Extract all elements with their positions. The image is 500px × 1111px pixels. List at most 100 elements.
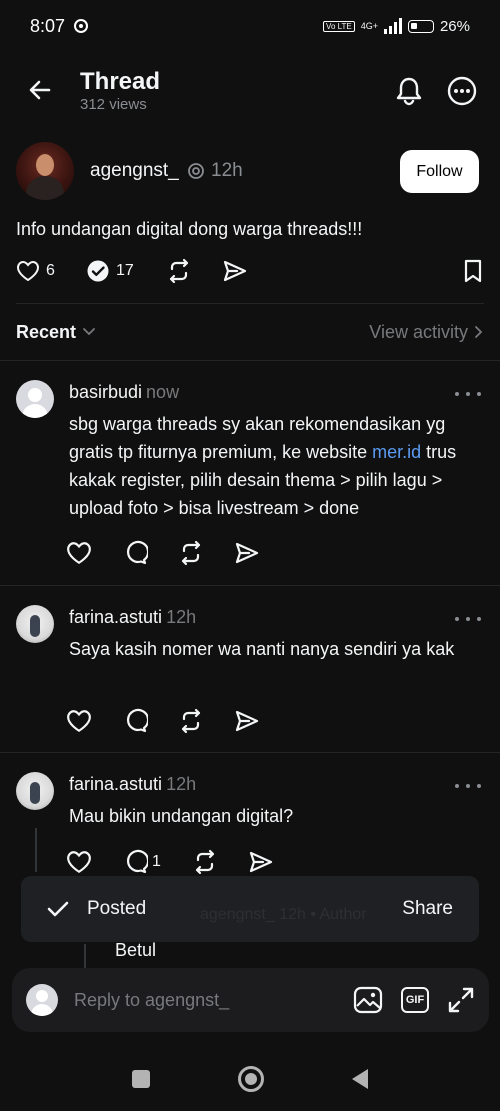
thread-line (35, 828, 37, 872)
post-time: 12h (211, 160, 243, 181)
reply-actions (66, 538, 290, 568)
post-meta: 12h (187, 160, 243, 182)
heart-icon (67, 542, 91, 565)
comment-button[interactable]: 1 (122, 847, 192, 877)
replies-button[interactable]: 17 (86, 259, 166, 283)
more-options-button[interactable] (455, 386, 481, 402)
divider (0, 752, 500, 753)
repost-button[interactable] (178, 538, 234, 568)
system-back-button[interactable] (352, 1068, 368, 1089)
comment-button[interactable] (122, 706, 178, 736)
comment-icon (127, 849, 148, 874)
repost-button[interactable] (178, 706, 234, 736)
post-text: Info undangan digital dong warga threads… (16, 219, 363, 239)
reply-text: Mau bikin undangan digital? (69, 806, 294, 826)
more-options-button[interactable] (455, 778, 481, 794)
like-button[interactable]: 6 (16, 260, 86, 282)
repost-icon (181, 540, 201, 566)
sort-label: Recent (16, 321, 77, 342)
back-button[interactable] (22, 72, 58, 108)
share-button[interactable] (222, 259, 248, 283)
username-text: farina.astuti (69, 774, 163, 794)
divider (16, 303, 484, 304)
like-button[interactable] (66, 847, 122, 877)
username-text: farina.astuti (69, 607, 163, 627)
bookmark-icon (464, 259, 482, 283)
notifications-button[interactable] (390, 72, 428, 110)
post-author-username[interactable]: agengnst_ (90, 160, 179, 182)
expand-icon (448, 987, 474, 1013)
toast-label: Posted (87, 898, 147, 919)
like-count: 6 (46, 262, 55, 279)
repost-button[interactable] (192, 847, 248, 877)
check-icon (47, 900, 69, 918)
reply-time: now (146, 382, 180, 402)
status-time: 8:07 (30, 15, 66, 36)
reply-actions: 1 (66, 847, 304, 877)
chevron-right-icon (475, 326, 483, 338)
divider (0, 360, 500, 361)
thread-line (84, 944, 86, 968)
status-bar: 8:07 Vo LTE 4G+ 26% (0, 0, 500, 52)
system-nav-bar (0, 1046, 500, 1111)
send-icon (235, 542, 259, 564)
like-button[interactable] (66, 706, 122, 736)
post-author-avatar[interactable] (16, 142, 74, 200)
avatar (26, 984, 58, 1016)
repost-icon (195, 849, 215, 875)
signal-icon (383, 18, 402, 34)
battery-percent: 26% (439, 17, 470, 35)
home-button[interactable] (238, 1065, 264, 1092)
more-options-button[interactable] (443, 72, 481, 110)
heart-icon (16, 260, 40, 282)
reply-link[interactable]: mer.id (372, 442, 421, 462)
view-activity-label: View activity (369, 321, 468, 342)
avatar[interactable] (16, 380, 54, 418)
avatar[interactable] (16, 605, 54, 643)
sort-dropdown[interactable]: Recent (16, 322, 96, 343)
avatar[interactable] (16, 772, 54, 810)
username-text: basirbudi (69, 382, 143, 402)
comment-icon (127, 540, 148, 565)
sort-row: Recent View activity (16, 318, 484, 346)
heart-icon (67, 710, 91, 733)
share-button[interactable] (248, 847, 304, 877)
expand-button[interactable] (447, 986, 475, 1014)
view-count: 312 views (80, 96, 147, 113)
divider (0, 585, 500, 586)
recents-button[interactable] (132, 1069, 150, 1088)
share-button[interactable] (234, 706, 290, 736)
reply-input[interactable] (74, 989, 353, 1011)
edited-icon (188, 163, 204, 179)
gif-button[interactable]: GIF (401, 987, 429, 1013)
post-actions: 6 17 (16, 256, 484, 286)
nested-reply-text: Betul (115, 940, 157, 960)
threads-notification-icon (74, 19, 89, 33)
bookmark-button[interactable] (462, 259, 484, 283)
more-options-button[interactable] (455, 611, 481, 627)
reply-username[interactable]: basirbudi now (69, 382, 179, 403)
toast-share-button[interactable]: Share (402, 898, 453, 920)
image-icon (353, 986, 383, 1014)
send-icon (249, 851, 273, 873)
arrow-left-icon (29, 80, 51, 100)
comment-button[interactable] (122, 538, 178, 568)
reply-username[interactable]: farina.astuti 12h (69, 774, 196, 795)
reply-username[interactable]: farina.astuti 12h (69, 607, 196, 628)
reply-composer: GIF (12, 968, 489, 1032)
repost-icon (181, 708, 201, 734)
reply-text: sbg warga threads sy akan rekomendasikan… (69, 410, 481, 522)
repost-button[interactable] (166, 258, 222, 284)
view-activity-link[interactable]: View activity (369, 322, 484, 343)
header: Thread 312 views (0, 58, 500, 122)
comment-icon (127, 708, 148, 733)
reply-time: 12h (166, 607, 197, 627)
heart-icon (67, 851, 91, 874)
image-picker-button[interactable] (353, 986, 383, 1014)
follow-button[interactable]: Follow (400, 150, 479, 193)
battery-icon (407, 19, 434, 33)
chevron-down-icon (83, 328, 95, 336)
like-button[interactable] (66, 538, 122, 568)
share-button[interactable] (234, 538, 290, 568)
bell-icon (396, 77, 422, 106)
